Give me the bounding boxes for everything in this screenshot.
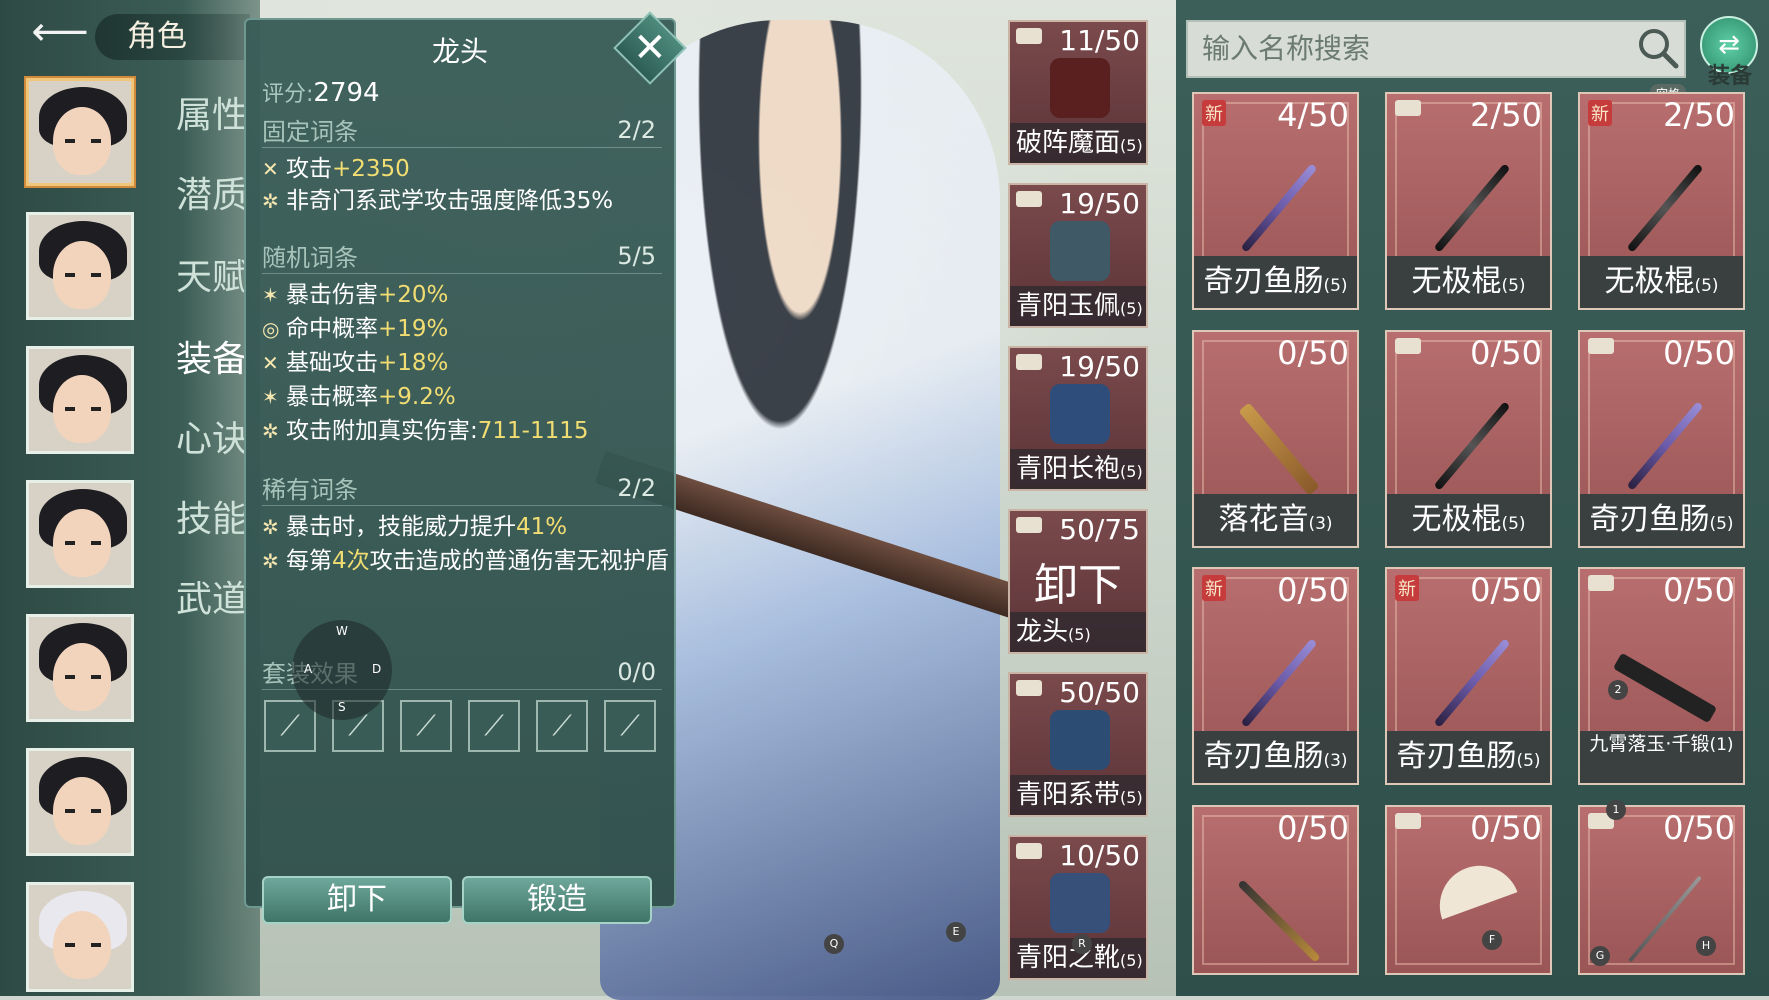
character-avatar-7[interactable] <box>26 882 134 992</box>
nav-skills[interactable]: 技能 <box>176 490 248 542</box>
character-avatar-6[interactable] <box>26 748 134 856</box>
equip-tag-icon <box>1588 575 1614 591</box>
star-icon: ✲ <box>262 515 279 539</box>
character-avatar-5[interactable] <box>26 614 134 722</box>
equip-tag-icon <box>1016 517 1042 533</box>
set-slot-pendant-icon[interactable]: ⟋ <box>400 700 452 752</box>
inventory-item[interactable]: 新 0/50 奇刃鱼肠(3) <box>1192 567 1359 785</box>
equipped-slot-belt[interactable]: 50/50 青阳系带(5) <box>1008 672 1148 817</box>
rare-attrs-header: 稀有词条 2/2 <box>262 470 662 506</box>
back-arrow-icon[interactable]: ⟵ <box>20 9 100 55</box>
target-icon: ◎ <box>262 317 280 341</box>
inventory-item[interactable]: 0/50 九霄落玉·千锻(1) <box>1578 567 1745 785</box>
star-icon: ✲ <box>262 549 279 573</box>
hotkey-hint-h: H <box>1696 936 1716 956</box>
mask-icon <box>1050 58 1110 118</box>
inventory-item[interactable]: 新 0/50 奇刃鱼肠(5) <box>1385 567 1552 785</box>
star-icon: ✲ <box>262 189 279 213</box>
inventory-item[interactable]: 0/50 无极棍(5) <box>1385 330 1552 548</box>
inventory-item[interactable]: 0/50 奇刃鱼肠(5) <box>1578 330 1745 548</box>
equipped-slot-weapon[interactable]: 50/75 卸下 龙头(5) <box>1008 509 1148 654</box>
page-title: 角色 <box>95 14 250 60</box>
jade-pendant-icon <box>1050 221 1110 281</box>
boots-icon <box>1050 873 1110 933</box>
random-attr-line: ✕ 基础攻击 +18% <box>262 350 449 376</box>
unequip-overlay-label: 卸下 <box>1034 560 1122 611</box>
nav-attributes[interactable]: 属性 <box>176 86 248 138</box>
nav-equipment[interactable]: 装备 <box>176 330 248 382</box>
equip-tag-icon <box>1016 354 1042 370</box>
hotkey-hint-2: 2 <box>1608 680 1628 700</box>
set-slot-robe-icon[interactable]: ⟋ <box>468 700 520 752</box>
fixed-attr-line: ✲ 非奇门系武学攻击强度降低35% <box>262 188 614 214</box>
hotkey-hint-r: R <box>1072 934 1092 954</box>
belt-icon <box>1050 710 1110 770</box>
forge-button[interactable]: 锻造 <box>462 876 652 924</box>
inventory-item[interactable]: 0/50 <box>1192 805 1359 975</box>
inventory-item[interactable]: 0/50 落花音(3) <box>1192 330 1359 548</box>
close-icon: ✕ <box>633 24 667 71</box>
rare-attr-line: ✲ 每第4次攻击造成的普通伤害无视护盾 <box>262 548 669 574</box>
equipped-slot-pendant[interactable]: 19/50 青阳玉佩(5) <box>1008 183 1148 328</box>
hotkey-hint-1: 1 <box>1606 800 1626 820</box>
inventory-item[interactable]: 新 2/50 无极棍(5) <box>1578 92 1745 310</box>
equip-tag-icon <box>1395 813 1421 829</box>
set-slot-boots-icon[interactable]: ⟋ <box>604 700 656 752</box>
character-avatar-3[interactable] <box>26 346 134 454</box>
equipped-slot-mask[interactable]: 11/50 破阵魔面(5) <box>1008 20 1148 165</box>
nav-talent[interactable]: 天赋 <box>176 248 248 300</box>
sword-icon: ✕ <box>262 351 279 375</box>
fixed-attrs-header: 固定词条 2/2 <box>262 112 662 148</box>
nav-potential[interactable]: 潜质 <box>176 166 248 218</box>
crit-damage-icon: ✶ <box>262 283 279 307</box>
set-slot-belt-icon[interactable]: ⟋ <box>536 700 588 752</box>
character-avatar-4[interactable] <box>26 480 134 588</box>
star-icon: ✲ <box>262 419 279 443</box>
equip-tag-icon <box>1016 28 1042 44</box>
unequip-button[interactable]: 卸下 <box>262 876 452 924</box>
crit-rate-icon: ✶ <box>262 385 279 409</box>
nav-martial-way[interactable]: 武道 <box>176 570 248 622</box>
robe-icon <box>1050 384 1110 444</box>
equip-tag-icon <box>1588 338 1614 354</box>
hotkey-hint-f: F <box>1482 930 1502 950</box>
random-attrs-header: 随机词条 5/5 <box>262 238 662 274</box>
character-avatar-1[interactable] <box>26 78 134 186</box>
search-icon[interactable] <box>1636 26 1680 70</box>
inventory-item[interactable]: 新 4/50 奇刃鱼肠(5) <box>1192 92 1359 310</box>
random-attr-line: ◎ 命中概率 +19% <box>262 316 449 342</box>
hotkey-hint-g: G <box>1590 946 1610 966</box>
equipped-slot-boots[interactable]: 10/50 青阳之靴(5) <box>1008 835 1148 980</box>
rare-attr-line: ✲ 暴击时，技能威力提升 41% <box>262 514 568 540</box>
item-detail-popup: 龙头 ✕ 评分:2794 固定词条 2/2 ✕ 攻击 +2350 ✲ 非奇门系武学攻击强… <box>244 11 687 924</box>
set-slot-weapon-icon[interactable]: ⟋ <box>264 700 316 752</box>
equip-tag-icon <box>1016 191 1042 207</box>
item-title: 龙头 <box>431 35 488 68</box>
item-score: 评分:2794 <box>262 78 380 108</box>
search-input[interactable]: 输入名称搜索 <box>1186 20 1686 78</box>
sword-icon: ✕ <box>262 157 279 181</box>
inventory-item[interactable]: 0/50 <box>1385 805 1552 975</box>
swap-label: 装备 <box>1708 64 1753 89</box>
wasd-compass-icon: W A D S <box>292 620 392 720</box>
fixed-attr-line: ✕ 攻击 +2350 <box>262 156 410 182</box>
random-attr-line: ✶ 暴击伤害 +20% <box>262 282 449 308</box>
character-avatar-2[interactable] <box>26 212 134 320</box>
equip-tag-icon <box>1395 338 1421 354</box>
equip-tag-icon <box>1016 843 1042 859</box>
random-attr-line: ✲ 攻击附加真实伤害: 711-1115 <box>262 418 589 444</box>
equip-tag-icon <box>1016 680 1042 696</box>
equip-tag-icon <box>1395 100 1421 116</box>
hotkey-hint-q: Q <box>824 934 844 954</box>
equipped-slot-robe[interactable]: 19/50 青阳长袍(5) <box>1008 346 1148 491</box>
inventory-item[interactable]: 2/50 无极棍(5) <box>1385 92 1552 310</box>
nav-mind-art[interactable]: 心诀 <box>176 410 248 462</box>
random-attr-line: ✶ 暴击概率 +9.2% <box>262 384 456 410</box>
hotkey-hint-e: E <box>946 922 966 942</box>
close-button[interactable]: ✕ <box>613 11 687 85</box>
